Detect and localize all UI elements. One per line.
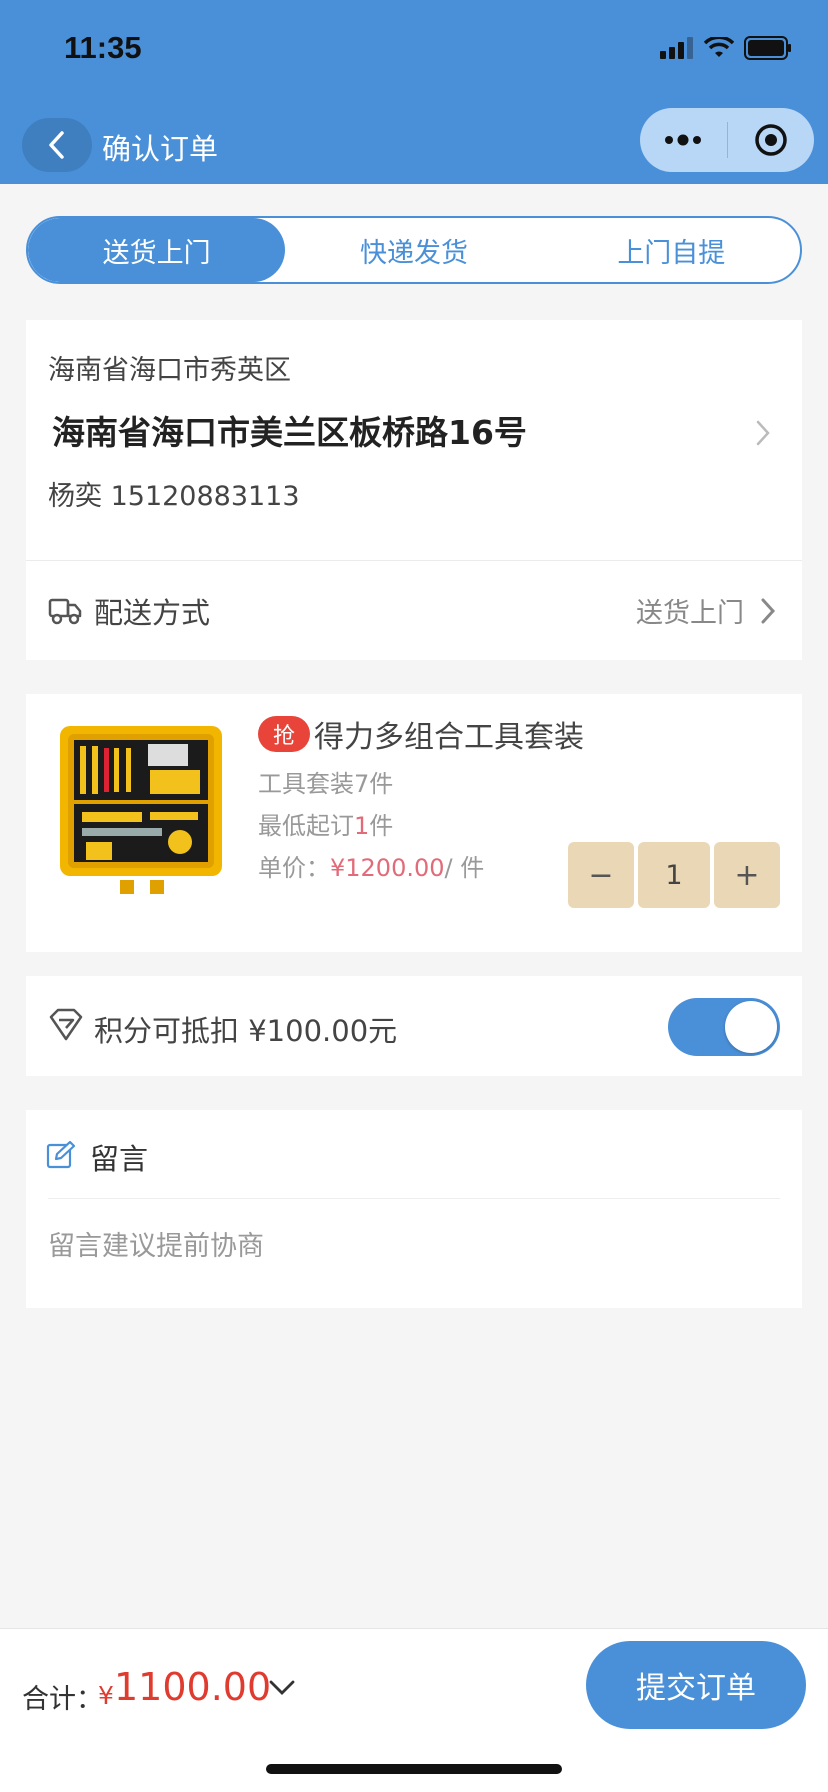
close-mini-program-button[interactable] [728,108,815,172]
product-spec: 工具套装7件 [258,770,394,798]
unit-price: 单价：¥1200.00/ 件 [258,848,484,883]
battery-icon [744,36,791,60]
nav-header: 11:35 确认订单 [0,0,828,184]
home-indicator [266,1764,562,1774]
address-region: 海南省海口市秀英区 [48,355,291,386]
back-icon [49,131,64,159]
more-button[interactable] [640,108,727,172]
min-order-suffix: 件 [369,812,394,840]
message-input[interactable] [48,1222,768,1270]
decrease-quantity-button[interactable]: − [568,842,634,908]
toggle-knob [725,1001,777,1053]
address-detail: 海南省海口市美兰区板桥路16号 [52,413,527,452]
product-image-toolkit[interactable] [50,714,230,906]
delivery-method-label: 配送方式 [94,595,211,630]
submit-order-button[interactable]: 提交订单 [586,1641,806,1729]
chevron-right-icon [756,420,770,446]
target-icon [755,124,787,156]
message-title: 留言 [90,1142,149,1176]
address-select[interactable]: 海南省海口市秀英区 海南省海口市美兰区板桥路16号 杨奕 15120883113 [26,320,802,560]
chevron-right-icon [761,598,776,623]
address-contact: 杨奕 15120883113 [48,481,300,512]
total-label: 合计： [22,1684,103,1715]
tab-self-pickup[interactable]: 上门自提 [543,218,800,282]
page-title: 确认订单 [102,132,219,166]
flash-sale-badge: 抢 [258,716,310,752]
total-amount: 1100.00 [114,1665,272,1709]
points-deduction-label: 积分可抵扣 ¥100.00元 [94,1014,398,1048]
message-card: 留言 [26,1110,802,1308]
unit-price-label: 单价： [258,854,330,882]
status-time: 11:35 [64,30,142,65]
mini-program-capsule [640,108,814,172]
wifi-icon [704,37,734,57]
more-icon [665,134,702,146]
tab-home-delivery[interactable]: 送货上门 [28,218,286,282]
product-card: 抢 得力多组合工具套装 工具套装7件 最低起订1件 单价：¥1200.00/ 件… [26,694,802,952]
diamond-icon [49,1008,83,1041]
unit-price-value: ¥1200.00 [330,854,445,882]
points-toggle[interactable] [668,998,780,1056]
truck-icon [48,598,82,624]
quantity-value[interactable]: 1 [638,842,710,908]
address-card: 海南省海口市秀英区 海南省海口市美兰区板桥路16号 杨奕 15120883113… [26,320,802,660]
delivery-method-row[interactable]: 配送方式 送货上门 [26,561,802,660]
quantity-stepper: − 1 + [568,842,780,908]
signal-icon [660,37,693,59]
chevron-down-icon[interactable] [268,1679,296,1697]
divider [48,1198,780,1199]
edit-icon [46,1140,76,1169]
product-name: 得力多组合工具套装 [314,720,584,755]
min-order-prefix: 最低起订 [258,812,354,840]
delivery-type-tabs: 送货上门 快递发货 上门自提 [26,216,802,284]
unit-price-unit: / 件 [444,854,485,882]
total-currency: ¥ [98,1681,114,1710]
back-button[interactable] [22,118,92,172]
min-order-qty: 1 [354,812,370,840]
min-order: 最低起订1件 [258,806,393,841]
status-icons [660,36,792,60]
tab-express-delivery[interactable]: 快递发货 [285,218,542,282]
increase-quantity-button[interactable]: + [714,842,780,908]
points-card: 积分可抵扣 ¥100.00元 [26,976,802,1076]
delivery-method-value: 送货上门 [636,598,744,629]
